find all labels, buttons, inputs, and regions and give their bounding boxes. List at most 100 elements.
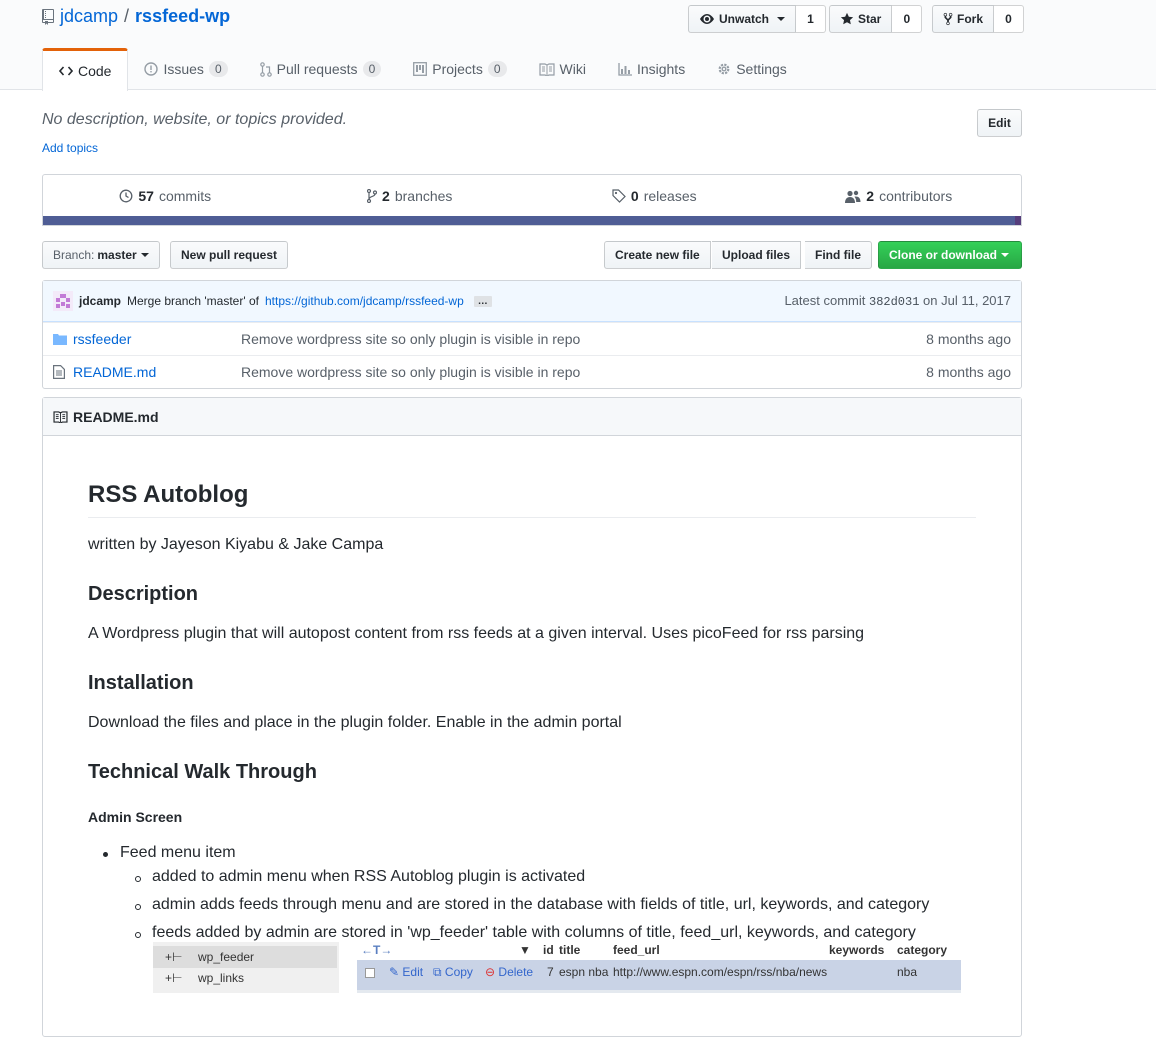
commit-tease: jdcamp Merge branch 'master' of https://… [43,281,1021,322]
repo-name-link[interactable]: rssfeed-wp [135,6,230,27]
list-item: admin adds feeds through menu and are st… [152,896,930,913]
stars-count[interactable]: 0 [892,5,923,33]
tab-settings-label: Settings [736,61,787,77]
tab-pulls-label: Pull requests [276,61,358,77]
file-name-link[interactable]: rssfeeder [73,331,241,347]
commit-message[interactable]: Merge branch 'master' of [127,294,259,308]
readme-filename: README.md [73,408,159,425]
releases-link[interactable]: 0 releases [532,175,777,217]
pull-request-icon [259,61,272,77]
chevron-down-icon [777,17,786,21]
commits-link[interactable]: 57 commits [43,175,288,217]
latest-commit: Latest commit 382d031 on Jul 11, 2017 [784,293,1011,309]
file-age: 8 months ago [926,364,1011,380]
code-icon [59,65,73,77]
contributors-count: 2 [866,188,875,204]
language-bar[interactable] [43,216,1021,225]
description-text: A Wordpress plugin that will autopost co… [88,625,865,642]
eye-icon [699,13,715,25]
contributors-link[interactable]: 2 contributors [777,175,1022,217]
projects-counter: 0 [487,61,507,77]
language-bar-css[interactable] [1015,216,1021,225]
tab-wiki-label: Wiki [559,61,586,77]
heading-installation: Installation [88,672,194,694]
star-button[interactable]: Star [829,5,893,33]
tab-code[interactable]: Code [42,48,129,91]
upload-files-button[interactable]: Upload files [712,241,802,269]
repo-header: jdcamp / rssfeed-wp Unwatch 1 Star 0 For… [0,0,1156,91]
tree-expand-icon: +⊢ [165,971,183,985]
create-new-file-button[interactable]: Create new file [604,241,711,269]
find-file-button[interactable]: Find file [805,241,872,269]
star-group: Star 0 [829,5,923,33]
branch-icon [367,189,378,203]
column-header: keywords [829,943,885,957]
db-tree-panel: +⊢ wp_feeder +⊢ wp_links [153,942,339,993]
heading-walkthrough: Technical Walk Through [88,761,317,783]
file-name-link[interactable]: README.md [73,364,241,380]
sub-bullet [135,932,141,938]
issues-counter: 0 [208,61,228,77]
clone-or-download-button[interactable]: Clone or download [878,241,1022,269]
commit-sha[interactable]: 382d031 [869,295,919,309]
book-icon [53,410,68,423]
tab-insights[interactable]: Insights [602,48,701,90]
bullet [103,852,108,857]
graph-icon [618,62,632,76]
commits-count: 57 [138,188,154,204]
row-edit: ✎ Edit [389,965,424,979]
file-age: 8 months ago [926,331,1011,347]
file-table: jdcamp Merge branch 'master' of https://… [42,280,1022,389]
chevron-down-icon [140,253,149,257]
list-item: Feed menu item [120,844,236,861]
row-delete: ⊖ Delete [485,965,534,979]
unwatch-button[interactable]: Unwatch [688,5,797,33]
commit-author[interactable]: jdcamp [79,294,121,308]
column-header: id [543,943,554,957]
row-copy: ⧉ Copy [433,965,473,979]
cell-category: nba [897,965,918,979]
tag-icon [612,189,626,203]
file-commit-message[interactable]: Remove wordpress site so only plugin is … [241,331,901,347]
heading-admin-screen: Admin Screen [88,809,183,825]
releases-count: 0 [630,188,639,204]
commits-label: commits [158,188,212,204]
tab-wiki[interactable]: Wiki [523,48,602,90]
repo-description: No description, website, or topics provi… [42,111,348,128]
tab-issues[interactable]: Issues 0 [128,48,243,90]
tab-projects[interactable]: Projects 0 [397,48,522,90]
cell-id: 7 [547,965,554,979]
tab-pull-requests[interactable]: Pull requests 0 [244,48,398,90]
unwatch-label: Unwatch [719,12,770,26]
avatar[interactable] [53,291,73,311]
add-topics-link[interactable]: Add topics [42,141,98,155]
edit-description-button[interactable]: Edit [977,109,1022,137]
column-header: title [559,943,581,957]
history-icon [119,189,133,203]
branches-link[interactable]: 2 branches [288,175,533,217]
forks-count[interactable]: 0 [994,5,1025,33]
fork-button[interactable]: Fork [932,5,995,33]
repo-owner-link[interactable]: jdcamp [60,6,118,27]
expand-commit-button[interactable]: … [473,295,492,307]
branches-count: 2 [382,188,390,204]
new-pull-request-button[interactable]: New pull request [170,241,289,269]
commit-link[interactable]: https://github.com/jdcamp/rssfeed-wp [265,294,464,308]
file-commit-message[interactable]: Remove wordpress site so only plugin is … [241,364,901,380]
clone-label: Clone or download [889,248,997,262]
tab-projects-label: Projects [432,61,483,77]
branch-name: master [97,248,137,262]
sub-bullet [135,876,141,882]
fork-label: Fork [957,12,984,26]
tab-settings[interactable]: Settings [701,48,803,90]
releases-label: releases [643,188,697,204]
gear-icon [717,62,731,76]
fork-icon [943,12,953,26]
folder-icon [43,333,73,345]
watchers-count[interactable]: 1 [796,5,827,33]
branch-select-button[interactable]: Branch: master [42,241,160,269]
project-icon [413,62,428,76]
heading-description: Description [88,583,199,605]
pulls-counter: 0 [362,61,382,77]
list-item: feeds added by admin are stored in 'wp_f… [152,924,916,941]
